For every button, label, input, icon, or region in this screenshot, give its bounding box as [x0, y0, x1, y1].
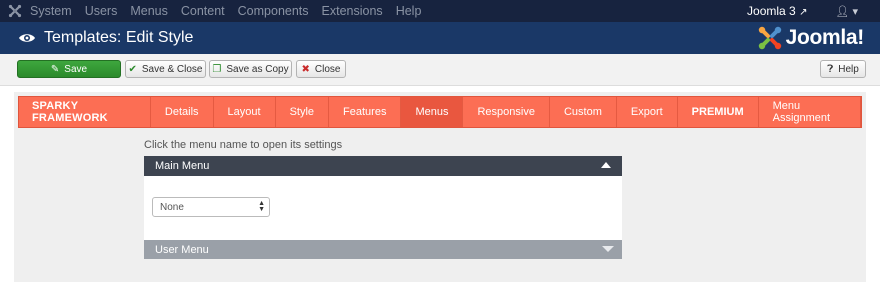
joomla-wordmark: Joomla!	[785, 26, 865, 49]
toolbar: ✎ Save ✔ Save & Close ❐ Save as Copy ✖ C…	[0, 54, 880, 86]
help-button-label: Help	[838, 63, 859, 75]
user-menu[interactable]: 👤︎ ▾	[835, 5, 858, 18]
tab-export[interactable]: Export	[617, 97, 678, 127]
help-button[interactable]: ❓︎ Help	[820, 60, 866, 78]
close-icon: ✖	[301, 63, 310, 75]
sparky-tab-bar: SPARKY FRAMEWORK Details Layout Style Fe…	[18, 96, 862, 128]
tab-custom[interactable]: Custom	[550, 97, 617, 127]
main-menu-title: Main Menu	[155, 160, 210, 172]
save-button-label: Save	[64, 63, 88, 75]
nav-users[interactable]: Users	[85, 4, 118, 18]
user-menu-title: User Menu	[155, 243, 209, 256]
site-link-label: Joomla 3	[747, 4, 796, 18]
external-link-icon: ↗	[799, 7, 808, 18]
save-copy-button[interactable]: ❐ Save as Copy	[209, 60, 292, 78]
nav-content[interactable]: Content	[181, 4, 225, 18]
check-icon: ✔	[128, 63, 137, 75]
main-menu-header[interactable]: Main Menu	[144, 156, 622, 176]
joomla-brand-logo: Joomla!	[757, 25, 864, 51]
save-button[interactable]: ✎ Save	[17, 60, 121, 78]
main-menu-select[interactable]: None ▲ ▼	[152, 197, 270, 217]
user-icon: 👤︎	[835, 5, 850, 18]
nav-extensions[interactable]: Extensions	[322, 4, 383, 18]
tab-features[interactable]: Features	[329, 97, 402, 127]
save-close-button[interactable]: ✔ Save & Close	[125, 60, 206, 78]
tab-style[interactable]: Style	[276, 97, 330, 127]
tab-responsive[interactable]: Responsive	[463, 97, 550, 127]
sparky-brand: SPARKY FRAMEWORK	[19, 97, 151, 127]
tab-details[interactable]: Details	[151, 97, 214, 127]
edit-icon: ✎	[50, 63, 60, 75]
save-close-label: Save & Close	[141, 63, 203, 75]
nav-components[interactable]: Components	[238, 4, 309, 18]
close-button-label: Close	[314, 63, 341, 75]
main-menu-select-value: None	[160, 201, 184, 213]
save-copy-label: Save as Copy	[226, 63, 289, 75]
page-header: Templates: Edit Style Joomla!	[0, 22, 880, 54]
admin-top-nav: System Users Menus Content Components Ex…	[0, 0, 880, 22]
page-title: Templates: Edit Style	[44, 29, 194, 46]
nav-system[interactable]: System	[30, 4, 72, 18]
nav-help[interactable]: Help	[396, 4, 422, 18]
copy-icon: ❐	[212, 63, 222, 75]
tab-layout[interactable]: Layout	[214, 97, 276, 127]
question-icon: ❓︎	[827, 63, 834, 75]
site-link[interactable]: Joomla 3 ↗	[747, 4, 807, 18]
caret-down-icon	[602, 246, 614, 252]
tab-menu-assignment[interactable]: Menu Assignment	[759, 97, 861, 127]
nav-menus[interactable]: Menus	[130, 4, 168, 18]
tab-premium[interactable]: PREMIUM	[678, 97, 759, 127]
menus-hint: Click the menu name to open its settings	[144, 139, 343, 151]
main-menu-panel: None ▲ ▼	[144, 176, 622, 240]
caret-up-icon	[601, 162, 611, 168]
select-arrows-icon: ▲ ▼	[258, 200, 265, 213]
user-menu-header[interactable]: User Menu	[144, 240, 622, 259]
close-button[interactable]: ✖ Close	[296, 60, 346, 78]
joomla-logo-icon	[758, 26, 781, 50]
eye-icon	[18, 31, 36, 45]
joomla-icon[interactable]	[0, 0, 30, 22]
tab-menus[interactable]: Menus	[401, 97, 464, 127]
